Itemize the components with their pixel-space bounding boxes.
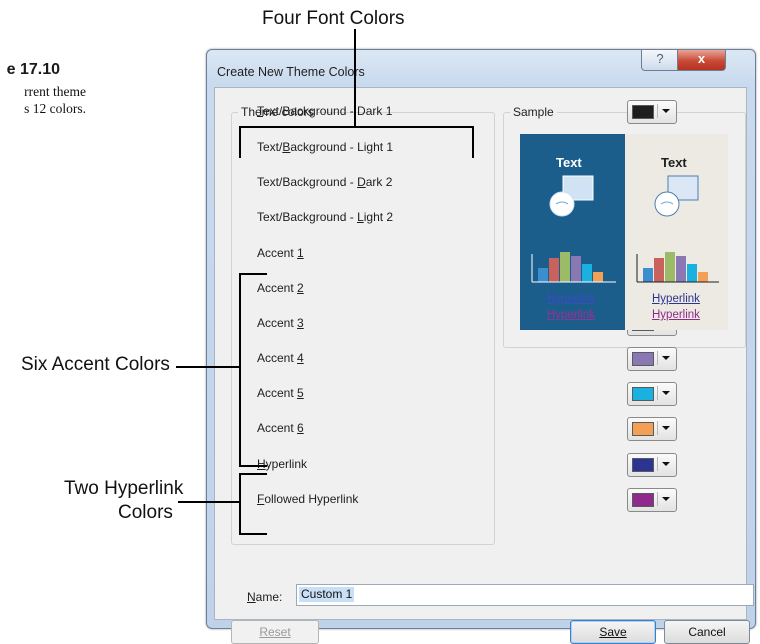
leader-four-font-colors bbox=[354, 29, 356, 127]
row-label-12: Followed Hyperlink bbox=[257, 492, 359, 506]
color-picker-8[interactable] bbox=[627, 347, 677, 371]
help-icon: ? bbox=[656, 51, 664, 66]
chevron-down-icon bbox=[657, 457, 672, 471]
dark-sample-bar-5 bbox=[582, 264, 592, 282]
name-input-value: Custom 1 bbox=[299, 587, 355, 602]
color-swatch bbox=[632, 422, 654, 436]
chevron-down-icon bbox=[657, 104, 672, 118]
cancel-button[interactable]: Cancel bbox=[664, 620, 750, 644]
close-icon: x bbox=[697, 51, 706, 66]
light-sample-bar-2 bbox=[654, 258, 664, 282]
callout-two-hyperlink-line-2: Colors bbox=[118, 502, 173, 523]
color-swatch bbox=[632, 458, 654, 472]
help-button[interactable]: ? bbox=[641, 50, 679, 71]
close-button[interactable]: x bbox=[677, 50, 726, 71]
sample-dark-hyperlink: Hyperlink bbox=[547, 293, 595, 305]
dialog-title: Create New Theme Colors bbox=[217, 65, 365, 79]
row-label-3: Text/Background - Dark 2 bbox=[257, 175, 393, 189]
chevron-down-icon bbox=[657, 386, 672, 400]
name-input[interactable]: Custom 1 bbox=[296, 584, 754, 606]
bracket-four-font-colors bbox=[239, 126, 474, 158]
color-picker-10[interactable] bbox=[627, 417, 677, 441]
reset-button[interactable]: Reset bbox=[231, 620, 319, 644]
light-sample-bar-5 bbox=[687, 264, 697, 282]
color-swatch bbox=[632, 493, 654, 507]
figure-caption-line-1: rrent theme bbox=[24, 84, 86, 99]
save-button[interactable]: Save bbox=[570, 620, 656, 644]
leader-two-hyperlink-colors bbox=[178, 501, 239, 503]
dark-sample-bar-1 bbox=[538, 268, 548, 282]
row-label-1: Text/Background - Dark 1 bbox=[257, 104, 393, 118]
color-picker-11[interactable] bbox=[627, 453, 677, 477]
callout-four-font-colors: Four Font Colors bbox=[262, 8, 405, 29]
dark-sample-bar-3 bbox=[560, 252, 570, 282]
row-label-4: Text/Background - Light 2 bbox=[257, 210, 394, 224]
dark-sample-bar-4 bbox=[571, 256, 581, 282]
row-label-5: Accent 1 bbox=[257, 246, 304, 260]
light-sample-bar-6 bbox=[698, 272, 708, 282]
bracket-six-accent-colors bbox=[239, 273, 267, 467]
callout-two-hyperlink-line-1: Two Hyperlink bbox=[64, 478, 184, 499]
light-sample-bar-4 bbox=[676, 256, 686, 282]
chevron-down-icon bbox=[657, 351, 672, 365]
bracket-two-hyperlink-colors bbox=[239, 473, 267, 535]
color-picker-1[interactable] bbox=[627, 100, 677, 124]
light-sample-bar-3 bbox=[665, 252, 675, 282]
sample-light-followed-hyperlink: Hyperlink bbox=[652, 309, 700, 321]
sample-light-hyperlink: Hyperlink bbox=[652, 293, 700, 305]
color-picker-12[interactable] bbox=[627, 488, 677, 512]
color-swatch bbox=[632, 352, 654, 366]
color-picker-9[interactable] bbox=[627, 382, 677, 406]
callout-six-accent-colors: Six Accent Colors bbox=[21, 354, 170, 375]
sample-dark-followed-hyperlink: Hyperlink bbox=[547, 309, 595, 321]
name-label: Name: bbox=[247, 590, 283, 604]
chevron-down-icon bbox=[657, 421, 672, 435]
sample-legend: Sample bbox=[510, 105, 557, 119]
light-sample-bar-1 bbox=[643, 268, 653, 282]
dark-sample-bar-6 bbox=[593, 272, 603, 282]
color-swatch bbox=[632, 387, 654, 401]
leader-six-accent-colors bbox=[176, 366, 239, 368]
dark-sample-bar-2 bbox=[549, 258, 559, 282]
figure-number: e 17.10 bbox=[6, 61, 60, 78]
color-swatch bbox=[632, 105, 654, 119]
dialog-client-area: Theme colors Sample Text/Background - Da… bbox=[214, 87, 754, 644]
figure-caption-line-2: s 12 colors. bbox=[24, 101, 86, 116]
chevron-down-icon bbox=[657, 492, 672, 506]
